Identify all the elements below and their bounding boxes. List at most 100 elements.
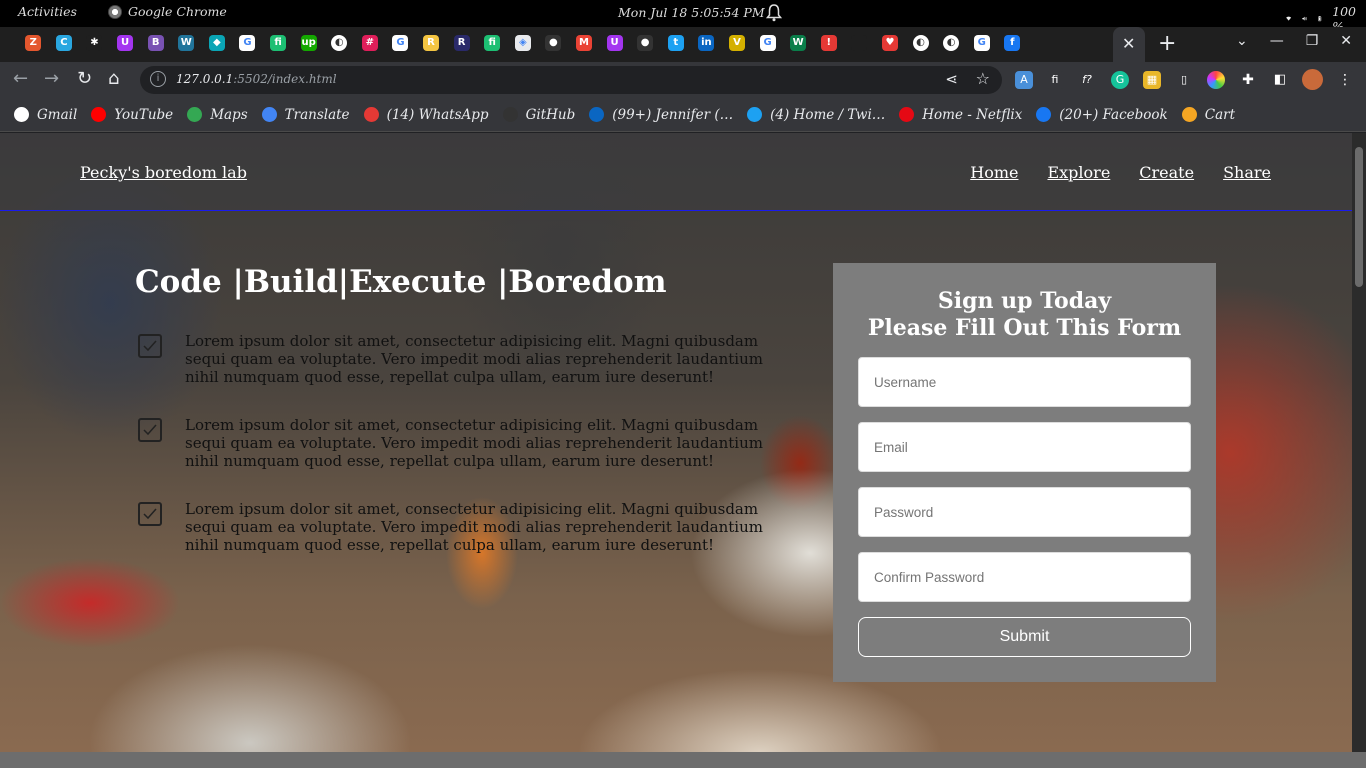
profile-avatar[interactable]: [1302, 69, 1323, 90]
tab[interactable]: R: [416, 35, 447, 53]
reload-icon[interactable]: ↻: [77, 68, 92, 89]
close-window-icon[interactable]: ✕: [1340, 33, 1352, 49]
active-tab[interactable]: ✕: [1113, 27, 1145, 62]
tab[interactable]: fi: [263, 35, 294, 53]
tab[interactable]: t: [660, 35, 691, 53]
tab[interactable]: C: [49, 35, 80, 53]
page-scrollbar[interactable]: [1352, 133, 1366, 752]
bookmark-star-icon[interactable]: ☆: [976, 69, 990, 88]
tab[interactable]: [844, 35, 875, 53]
tab[interactable]: G: [232, 35, 263, 53]
address-bar[interactable]: i 127.0.0.1:5502/index.html ⋖ ☆: [140, 66, 1002, 94]
alert-icon: [363, 107, 379, 122]
tab[interactable]: f: [997, 35, 1028, 53]
extension-translate-icon[interactable]: A: [1015, 71, 1033, 89]
tab[interactable]: #: [355, 35, 386, 53]
submit-button[interactable]: Submit: [858, 617, 1191, 657]
tab[interactable]: W: [171, 35, 202, 53]
username-input[interactable]: Username: [858, 357, 1191, 407]
clock[interactable]: Mon Jul 18 5:05:54 PM: [618, 5, 765, 20]
nav-home[interactable]: Home: [970, 163, 1018, 182]
new-tab-button[interactable]: +: [1158, 31, 1176, 56]
tab[interactable]: G: [385, 35, 416, 53]
tab[interactable]: ◐: [936, 35, 967, 53]
menu-kebab-icon[interactable]: ⋮: [1336, 71, 1354, 89]
forward-icon[interactable]: →: [44, 68, 59, 89]
bookmark-item[interactable]: (4) Home / Twi…: [747, 107, 885, 123]
side-panel-icon[interactable]: ◧: [1271, 71, 1289, 89]
extension-device-icon[interactable]: ▯: [1175, 71, 1193, 89]
tab[interactable]: ♥: [875, 35, 906, 53]
nav-create[interactable]: Create: [1139, 163, 1194, 182]
extension-colorful-icon[interactable]: ▦: [1143, 71, 1161, 89]
activities-button[interactable]: Activities: [18, 4, 77, 19]
bookmark-item[interactable]: Gmail: [14, 107, 77, 123]
tab[interactable]: ✱: [79, 35, 110, 53]
maximize-icon[interactable]: ❐: [1306, 33, 1319, 49]
email-input[interactable]: Email: [858, 422, 1191, 472]
bookmark-item[interactable]: (14) WhatsApp: [363, 107, 489, 123]
tab[interactable]: fi: [477, 35, 508, 53]
bookmark-item[interactable]: (99+) Jennifer (…: [589, 107, 733, 123]
tab[interactable]: ◐: [905, 35, 936, 53]
tab[interactable]: Z: [18, 35, 49, 53]
tab[interactable]: B: [140, 35, 171, 53]
system-top-bar: Activities Google Chrome Mon Jul 18 5:05…: [0, 0, 1366, 34]
tab[interactable]: M: [569, 35, 600, 53]
confirm-password-input[interactable]: Confirm Password: [858, 552, 1191, 602]
tab[interactable]: U: [110, 35, 141, 53]
twitter-icon: t: [667, 35, 684, 51]
back-icon[interactable]: ←: [13, 68, 28, 89]
color-picker-icon[interactable]: [1207, 71, 1225, 89]
share-icon[interactable]: ⋖: [945, 70, 958, 88]
bookmark-label: (99+) Jennifer (…: [612, 106, 734, 123]
heart-icon: ♥: [881, 35, 898, 51]
cart-icon: [1181, 107, 1197, 122]
tab[interactable]: G: [966, 35, 997, 53]
tab[interactable]: ◈: [508, 35, 539, 53]
tab-search-icon[interactable]: ⌄: [1236, 33, 1248, 49]
site-info-icon[interactable]: i: [150, 71, 166, 87]
linkedin-icon: [589, 107, 605, 122]
tab[interactable]: !: [813, 35, 844, 53]
window-controls: ⌄ — ❐ ✕: [1236, 33, 1352, 49]
tab[interactable]: up: [293, 35, 324, 53]
grammarly-icon[interactable]: G: [1111, 71, 1129, 89]
globe-icon: ◐: [912, 35, 929, 51]
extensions-puzzle-icon[interactable]: ✚: [1239, 71, 1257, 89]
extension-whatfont-icon[interactable]: f?: [1078, 71, 1096, 89]
password-input[interactable]: Password: [858, 487, 1191, 537]
bookmark-item[interactable]: GitHub: [502, 107, 575, 123]
tab[interactable]: ◐: [324, 35, 355, 53]
translate-icon: [261, 107, 277, 122]
tab[interactable]: ◆: [202, 35, 233, 53]
scrollbar-thumb[interactable]: [1355, 147, 1363, 287]
bookmark-item[interactable]: Home - Netflix: [899, 107, 1022, 123]
bookmark-item[interactable]: Translate: [261, 107, 350, 123]
nav-explore[interactable]: Explore: [1047, 163, 1110, 182]
bookmark-item[interactable]: Maps: [187, 107, 248, 123]
minimize-icon[interactable]: —: [1270, 33, 1284, 49]
tab[interactable]: G: [752, 35, 783, 53]
netflix-icon: [899, 107, 915, 122]
globe-icon: ◐: [943, 35, 960, 51]
form-title-line2: Please Fill Out This Form: [867, 315, 1182, 341]
app-menu[interactable]: Google Chrome: [108, 4, 227, 19]
bell-icon[interactable]: [766, 4, 782, 22]
tab[interactable]: in: [691, 35, 722, 53]
tab[interactable]: V: [722, 35, 753, 53]
tab[interactable]: U: [599, 35, 630, 53]
tab[interactable]: ●: [630, 35, 661, 53]
brand-link[interactable]: Pecky's boredom lab: [80, 163, 247, 182]
close-tab-icon[interactable]: ✕: [1122, 34, 1135, 53]
tab[interactable]: ●: [538, 35, 569, 53]
tab[interactable]: W: [783, 35, 814, 53]
bookmark-item[interactable]: Cart: [1181, 107, 1235, 123]
home-icon[interactable]: ⌂: [108, 68, 119, 89]
extension-fi-icon[interactable]: fi: [1046, 71, 1064, 89]
bookmark-item[interactable]: YouTube: [91, 107, 173, 123]
bookmark-item[interactable]: (20+) Facebook: [1036, 107, 1168, 123]
tab[interactable]: R: [446, 35, 477, 53]
url-text[interactable]: 127.0.0.1:5502/index.html: [176, 72, 337, 86]
nav-share[interactable]: Share: [1223, 163, 1271, 182]
